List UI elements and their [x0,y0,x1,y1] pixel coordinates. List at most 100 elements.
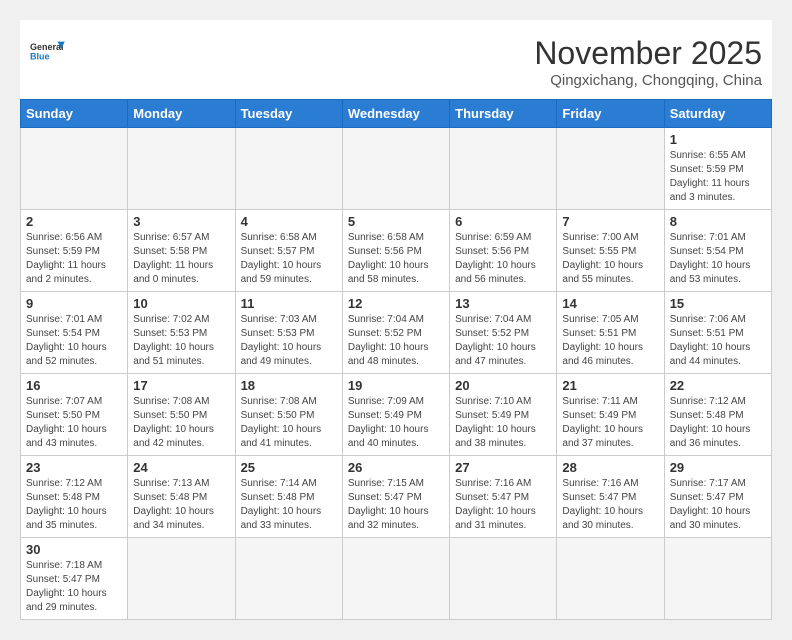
day-number: 24 [133,460,229,475]
day-info: Sunrise: 7:18 AMSunset: 5:47 PMDaylight:… [26,559,122,615]
day-number: 4 [241,214,337,229]
calendar-day: 9Sunrise: 7:01 AMSunset: 5:54 PMDaylight… [21,292,128,374]
calendar-day: 20 Sunrise: 7:10 AMSunset: 5:49 PMDayligh… [450,374,557,456]
day-info: Sunrise: 7:15 AMSunset: 5:47 PMDaylight:… [348,477,444,533]
day-info: Sunrise: 7:14 AMSunset: 5:48 PMDaylight:… [241,477,337,533]
day-info: Sunrise: 7:08 AMSunset: 5:50 PMDaylight:… [241,395,337,451]
header-friday: Friday [557,100,664,128]
header-tuesday: Tuesday [235,100,342,128]
header-saturday: Saturday [664,100,771,128]
calendar-day [235,128,342,210]
calendar-day [557,538,664,620]
calendar-day [21,128,128,210]
logo: General Blue [30,35,66,71]
location: Qingxichang, Chongqing, China [534,72,762,89]
svg-text:General: General [30,42,64,52]
day-number: 22 [670,378,766,393]
calendar-day: 14 Sunrise: 7:05 AMSunset: 5:51 PMDayligh… [557,292,664,374]
day-number: 17 [133,378,229,393]
calendar-page: General Blue November 2025 Qingxichang, … [20,20,772,620]
days-header-row: Sunday Monday Tuesday Wednesday Thursday… [21,100,772,128]
calendar-week-row: 9Sunrise: 7:01 AMSunset: 5:54 PMDaylight… [21,292,772,374]
calendar-day: 27Sunrise: 7:16 AMSunset: 5:47 PMDayligh… [450,456,557,538]
calendar-week-row: 23 Sunrise: 7:12 AMSunset: 5:48 PMDayligh… [21,456,772,538]
calendar-day: 25 Sunrise: 7:14 AMSunset: 5:48 PMDayligh… [235,456,342,538]
day-number: 30 [26,542,122,557]
day-number: 15 [670,296,766,311]
calendar-day: 4 Sunrise: 6:58 AMSunset: 5:57 PMDaylight… [235,210,342,292]
day-number: 26 [348,460,444,475]
calendar-table: Sunday Monday Tuesday Wednesday Thursday… [20,99,772,620]
general-blue-logo-icon: General Blue [30,35,66,71]
day-number: 6 [455,214,551,229]
calendar-day: 2 Sunrise: 6:56 AMSunset: 5:59 PMDaylight… [21,210,128,292]
calendar-week-row: 30 Sunrise: 7:18 AMSunset: 5:47 PMDayligh… [21,538,772,620]
day-number: 20 [455,378,551,393]
calendar-day [450,538,557,620]
calendar-day: 17 Sunrise: 7:08 AMSunset: 5:50 PMDayligh… [128,374,235,456]
calendar-day: 28Sunrise: 7:16 AMSunset: 5:47 PMDayligh… [557,456,664,538]
day-info: Sunrise: 7:10 AMSunset: 5:49 PMDaylight:… [455,395,551,451]
calendar-day [342,538,449,620]
calendar-day: 6 Sunrise: 6:59 AMSunset: 5:56 PMDaylight… [450,210,557,292]
calendar-day: 23 Sunrise: 7:12 AMSunset: 5:48 PMDayligh… [21,456,128,538]
calendar-week-row: 1 Sunrise: 6:55 AMSunset: 5:59 PMDaylight… [21,128,772,210]
day-info: Sunrise: 7:05 AMSunset: 5:51 PMDaylight:… [562,313,658,369]
day-number: 13 [455,296,551,311]
day-info: Sunrise: 6:59 AMSunset: 5:56 PMDaylight:… [455,231,551,287]
day-info: Sunrise: 7:09 AMSunset: 5:49 PMDaylight:… [348,395,444,451]
day-number: 23 [26,460,122,475]
title-area: November 2025 Qingxichang, Chongqing, Ch… [534,35,762,89]
day-number: 19 [348,378,444,393]
day-info: Sunrise: 6:58 AMSunset: 5:57 PMDaylight:… [241,231,337,287]
day-info: Sunrise: 7:07 AMSunset: 5:50 PMDaylight:… [26,395,122,451]
day-info: Sunrise: 7:01 AMSunset: 5:54 PMDaylight:… [26,313,122,369]
day-info: Sunrise: 7:00 AMSunset: 5:55 PMDaylight:… [562,231,658,287]
day-number: 3 [133,214,229,229]
day-info: Sunrise: 7:03 AMSunset: 5:53 PMDaylight:… [241,313,337,369]
header-monday: Monday [128,100,235,128]
day-info: Sunrise: 7:04 AMSunset: 5:52 PMDaylight:… [348,313,444,369]
day-info: Sunrise: 7:06 AMSunset: 5:51 PMDaylight:… [670,313,766,369]
day-number: 14 [562,296,658,311]
calendar-day: 29 Sunrise: 7:17 AMSunset: 5:47 PMDayligh… [664,456,771,538]
calendar-day: 8 Sunrise: 7:01 AMSunset: 5:54 PMDaylight… [664,210,771,292]
day-number: 28 [562,460,658,475]
day-number: 2 [26,214,122,229]
day-number: 1 [670,132,766,147]
calendar-day: 13 Sunrise: 7:04 AMSunset: 5:52 PMDayligh… [450,292,557,374]
day-info: Sunrise: 7:17 AMSunset: 5:47 PMDaylight:… [670,477,766,533]
calendar-day: 24Sunrise: 7:13 AMSunset: 5:48 PMDayligh… [128,456,235,538]
day-info: Sunrise: 7:16 AMSunset: 5:47 PMDaylight:… [455,477,551,533]
day-info: Sunrise: 7:11 AMSunset: 5:49 PMDaylight:… [562,395,658,451]
day-number: 16 [26,378,122,393]
calendar-day: 5Sunrise: 6:58 AMSunset: 5:56 PMDaylight… [342,210,449,292]
day-info: Sunrise: 7:01 AMSunset: 5:54 PMDaylight:… [670,231,766,287]
calendar-day [235,538,342,620]
day-number: 29 [670,460,766,475]
header-sunday: Sunday [21,100,128,128]
day-info: Sunrise: 7:08 AMSunset: 5:50 PMDaylight:… [133,395,229,451]
day-number: 18 [241,378,337,393]
day-info: Sunrise: 7:12 AMSunset: 5:48 PMDaylight:… [26,477,122,533]
calendar-day: 26 Sunrise: 7:15 AMSunset: 5:47 PMDayligh… [342,456,449,538]
day-info: Sunrise: 6:57 AMSunset: 5:58 PMDaylight:… [133,231,229,287]
day-info: Sunrise: 7:02 AMSunset: 5:53 PMDaylight:… [133,313,229,369]
day-number: 11 [241,296,337,311]
header-wednesday: Wednesday [342,100,449,128]
calendar-day [664,538,771,620]
calendar-day [450,128,557,210]
day-number: 5 [348,214,444,229]
day-info: Sunrise: 6:56 AMSunset: 5:59 PMDaylight:… [26,231,122,287]
day-info: Sunrise: 6:55 AMSunset: 5:59 PMDaylight:… [670,149,766,205]
calendar-day [342,128,449,210]
day-info: Sunrise: 7:04 AMSunset: 5:52 PMDaylight:… [455,313,551,369]
calendar-day: 12Sunrise: 7:04 AMSunset: 5:52 PMDayligh… [342,292,449,374]
day-info: Sunrise: 7:12 AMSunset: 5:48 PMDaylight:… [670,395,766,451]
day-number: 10 [133,296,229,311]
day-number: 8 [670,214,766,229]
calendar-week-row: 2 Sunrise: 6:56 AMSunset: 5:59 PMDaylight… [21,210,772,292]
svg-text:Blue: Blue [30,52,50,62]
day-number: 25 [241,460,337,475]
calendar-header: Sunday Monday Tuesday Wednesday Thursday… [21,100,772,128]
